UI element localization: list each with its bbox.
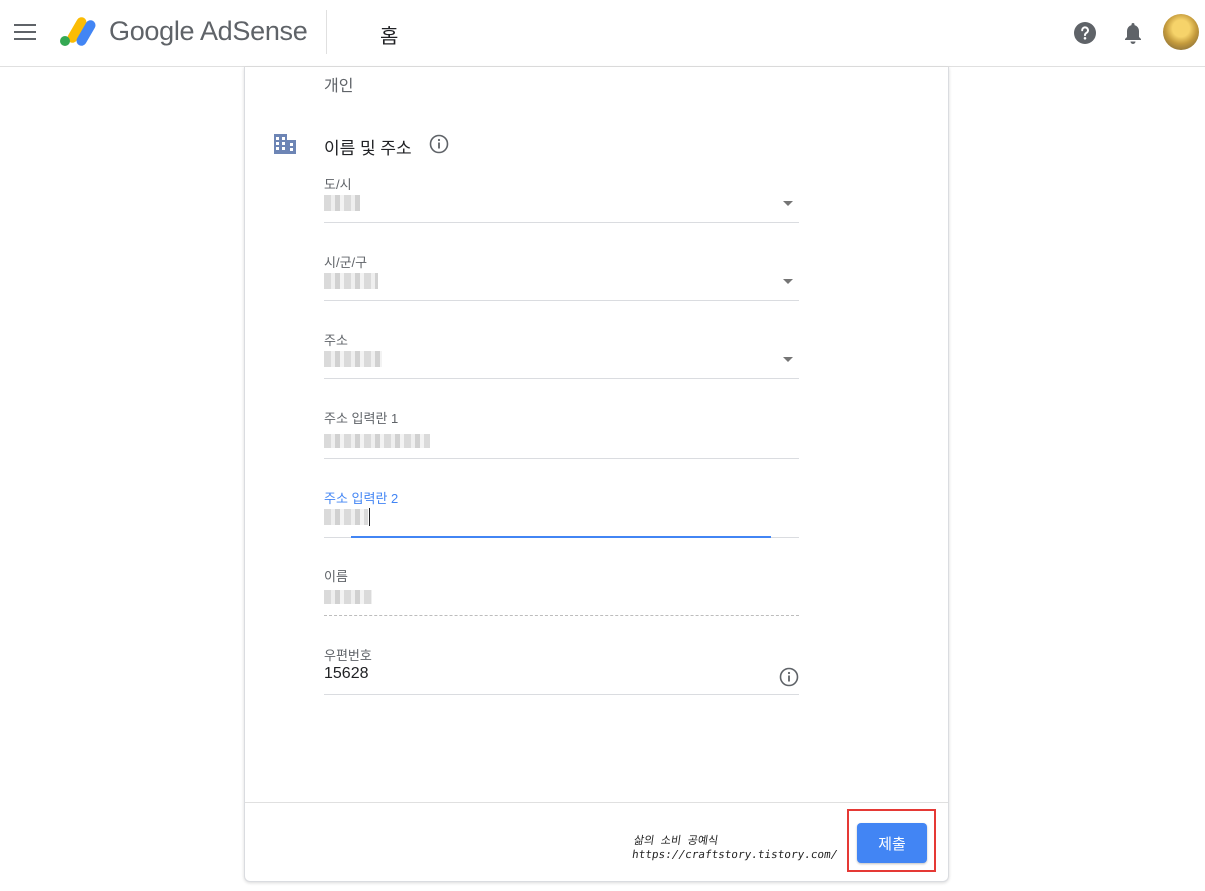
district-label: 시/군/구 bbox=[324, 255, 368, 270]
field-underline-dashed bbox=[324, 615, 799, 616]
header-divider bbox=[326, 10, 327, 54]
building-icon bbox=[274, 134, 296, 154]
address-line2-label: 주소 입력란 2 bbox=[324, 491, 399, 506]
dropdown-arrow-icon[interactable] bbox=[783, 201, 793, 206]
info-icon[interactable] bbox=[779, 667, 799, 687]
watermark-title: 삶의 소비 공예식 bbox=[633, 834, 720, 847]
account-type-value: 개인 bbox=[324, 78, 354, 95]
footer-divider bbox=[245, 802, 948, 803]
postal-code-value: 15628 bbox=[324, 665, 369, 682]
postal-code-input[interactable]: 우편번호 15628 bbox=[324, 645, 799, 695]
address-value-redacted bbox=[324, 350, 382, 368]
section-title: 이름 및 주소 bbox=[324, 139, 412, 158]
help-icon[interactable] bbox=[1073, 21, 1097, 45]
postal-code-label: 우편번호 bbox=[324, 648, 372, 663]
district-value-redacted bbox=[324, 272, 378, 290]
info-icon[interactable] bbox=[429, 134, 449, 154]
name-value-redacted bbox=[324, 588, 372, 606]
page-title: 홈 bbox=[380, 26, 399, 48]
dropdown-arrow-icon[interactable] bbox=[783, 279, 793, 284]
address-label: 주소 bbox=[324, 333, 348, 348]
dropdown-arrow-icon[interactable] bbox=[783, 357, 793, 362]
address-line1-value-redacted bbox=[324, 432, 430, 450]
address-select[interactable]: 주소 bbox=[324, 330, 799, 379]
field-underline bbox=[324, 694, 799, 695]
city-value-redacted bbox=[324, 194, 360, 212]
name-field: 이름 bbox=[324, 566, 799, 616]
watermark: 삶의 소비 공예식 https://craftstory.tistory.com… bbox=[631, 834, 840, 862]
field-underline bbox=[324, 458, 799, 459]
field-underline bbox=[324, 378, 799, 379]
submit-button[interactable]: 제출 bbox=[857, 823, 927, 863]
district-select[interactable]: 시/군/구 bbox=[324, 252, 799, 301]
city-select[interactable]: 도/시 bbox=[324, 174, 799, 223]
field-underline bbox=[324, 222, 799, 223]
menu-icon[interactable] bbox=[14, 24, 36, 42]
address-line2-value-redacted bbox=[324, 508, 370, 526]
address-line1-input[interactable]: 주소 입력란 1 bbox=[324, 408, 799, 459]
text-caret bbox=[369, 508, 370, 526]
avatar[interactable] bbox=[1163, 14, 1199, 50]
bell-icon[interactable] bbox=[1122, 20, 1144, 46]
top-app-bar: Google AdSense 홈 bbox=[0, 0, 1205, 67]
name-label: 이름 bbox=[324, 569, 348, 584]
field-underline bbox=[324, 300, 799, 301]
address-form-card: 개인 이름 및 주소 도/시 시/군/구 주소 주소 입력란 1 주소 입력란 … bbox=[244, 67, 949, 882]
city-label: 도/시 bbox=[324, 177, 352, 192]
focus-underline bbox=[351, 536, 771, 538]
address-line2-input[interactable]: 주소 입력란 2 bbox=[324, 488, 799, 538]
adsense-logo-icon bbox=[60, 17, 96, 46]
app-name[interactable]: Google AdSense bbox=[109, 16, 308, 47]
address-line1-label: 주소 입력란 1 bbox=[324, 411, 399, 426]
watermark-url: https://craftstory.tistory.com/ bbox=[631, 848, 839, 861]
